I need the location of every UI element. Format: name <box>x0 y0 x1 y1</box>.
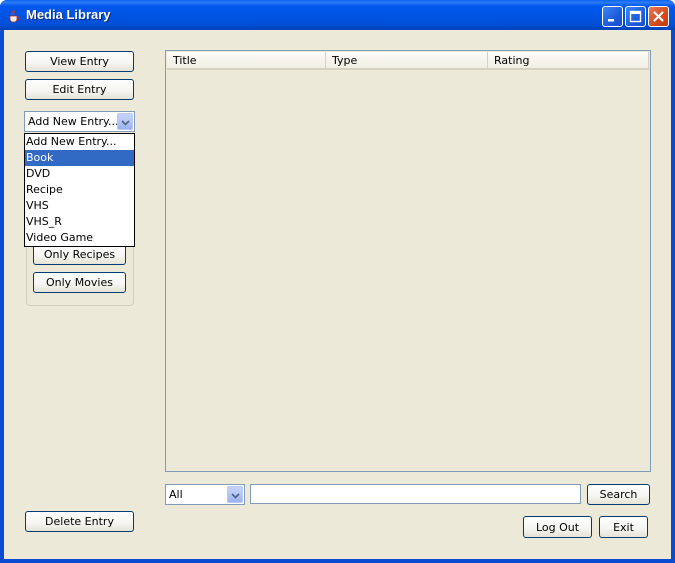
search-filter-dropdown-arrow[interactable] <box>227 486 243 503</box>
entries-table[interactable]: Title Type Rating <box>165 50 651 472</box>
dropdown-option[interactable]: Video Game <box>25 230 134 246</box>
dropdown-option[interactable]: VHS_R <box>25 214 134 230</box>
minimize-icon <box>608 19 614 22</box>
maximize-button[interactable] <box>625 6 646 27</box>
search-input[interactable] <box>250 484 581 504</box>
edit-entry-button[interactable]: Edit Entry <box>25 79 134 100</box>
add-entry-combo-value: Add New Entry... <box>28 115 119 128</box>
dropdown-option[interactable]: VHS <box>25 198 134 214</box>
close-icon <box>653 11 664 22</box>
view-entry-button[interactable]: View Entry <box>25 51 134 72</box>
column-header-rating[interactable]: Rating <box>488 52 649 69</box>
maximize-icon <box>629 10 642 23</box>
exit-button[interactable]: Exit <box>599 516 648 538</box>
dropdown-option[interactable]: Add New Entry... <box>25 134 134 150</box>
dropdown-option[interactable]: Recipe <box>25 182 134 198</box>
add-entry-combo[interactable]: Add New Entry... <box>24 111 135 132</box>
minimize-button[interactable] <box>602 6 623 27</box>
add-entry-dropdown-list: Add New Entry... Book DVD Recipe VHS VHS_R Vid… <box>24 133 135 247</box>
search-button[interactable]: Search <box>587 484 650 505</box>
delete-entry-button[interactable]: Delete Entry <box>25 511 134 532</box>
window-title: Media Library <box>26 7 111 22</box>
log-out-button[interactable]: Log Out <box>523 516 592 538</box>
column-header-type[interactable]: Type <box>326 52 488 69</box>
dropdown-option[interactable]: Book <box>25 150 134 166</box>
table-header: Title Type Rating <box>167 52 649 70</box>
window-client-area: View Entry Edit Entry Only Recipes Only … <box>4 30 671 559</box>
chevron-down-icon <box>121 120 130 126</box>
only-recipes-button[interactable]: Only Recipes <box>33 244 126 265</box>
title-bar[interactable]: Media Library <box>0 0 675 30</box>
column-header-title[interactable]: Title <box>167 52 326 69</box>
main-window: Media Library View Entry Edit Entry Only… <box>0 0 675 563</box>
search-filter-value: All <box>169 488 183 501</box>
add-entry-dropdown-arrow[interactable] <box>117 113 133 130</box>
java-coffee-cup-icon[interactable] <box>6 7 22 23</box>
only-movies-button[interactable]: Only Movies <box>33 272 126 293</box>
search-filter-combo[interactable]: All <box>165 484 245 505</box>
chevron-down-icon <box>231 493 240 499</box>
close-button[interactable] <box>648 6 669 27</box>
dropdown-option[interactable]: DVD <box>25 166 134 182</box>
